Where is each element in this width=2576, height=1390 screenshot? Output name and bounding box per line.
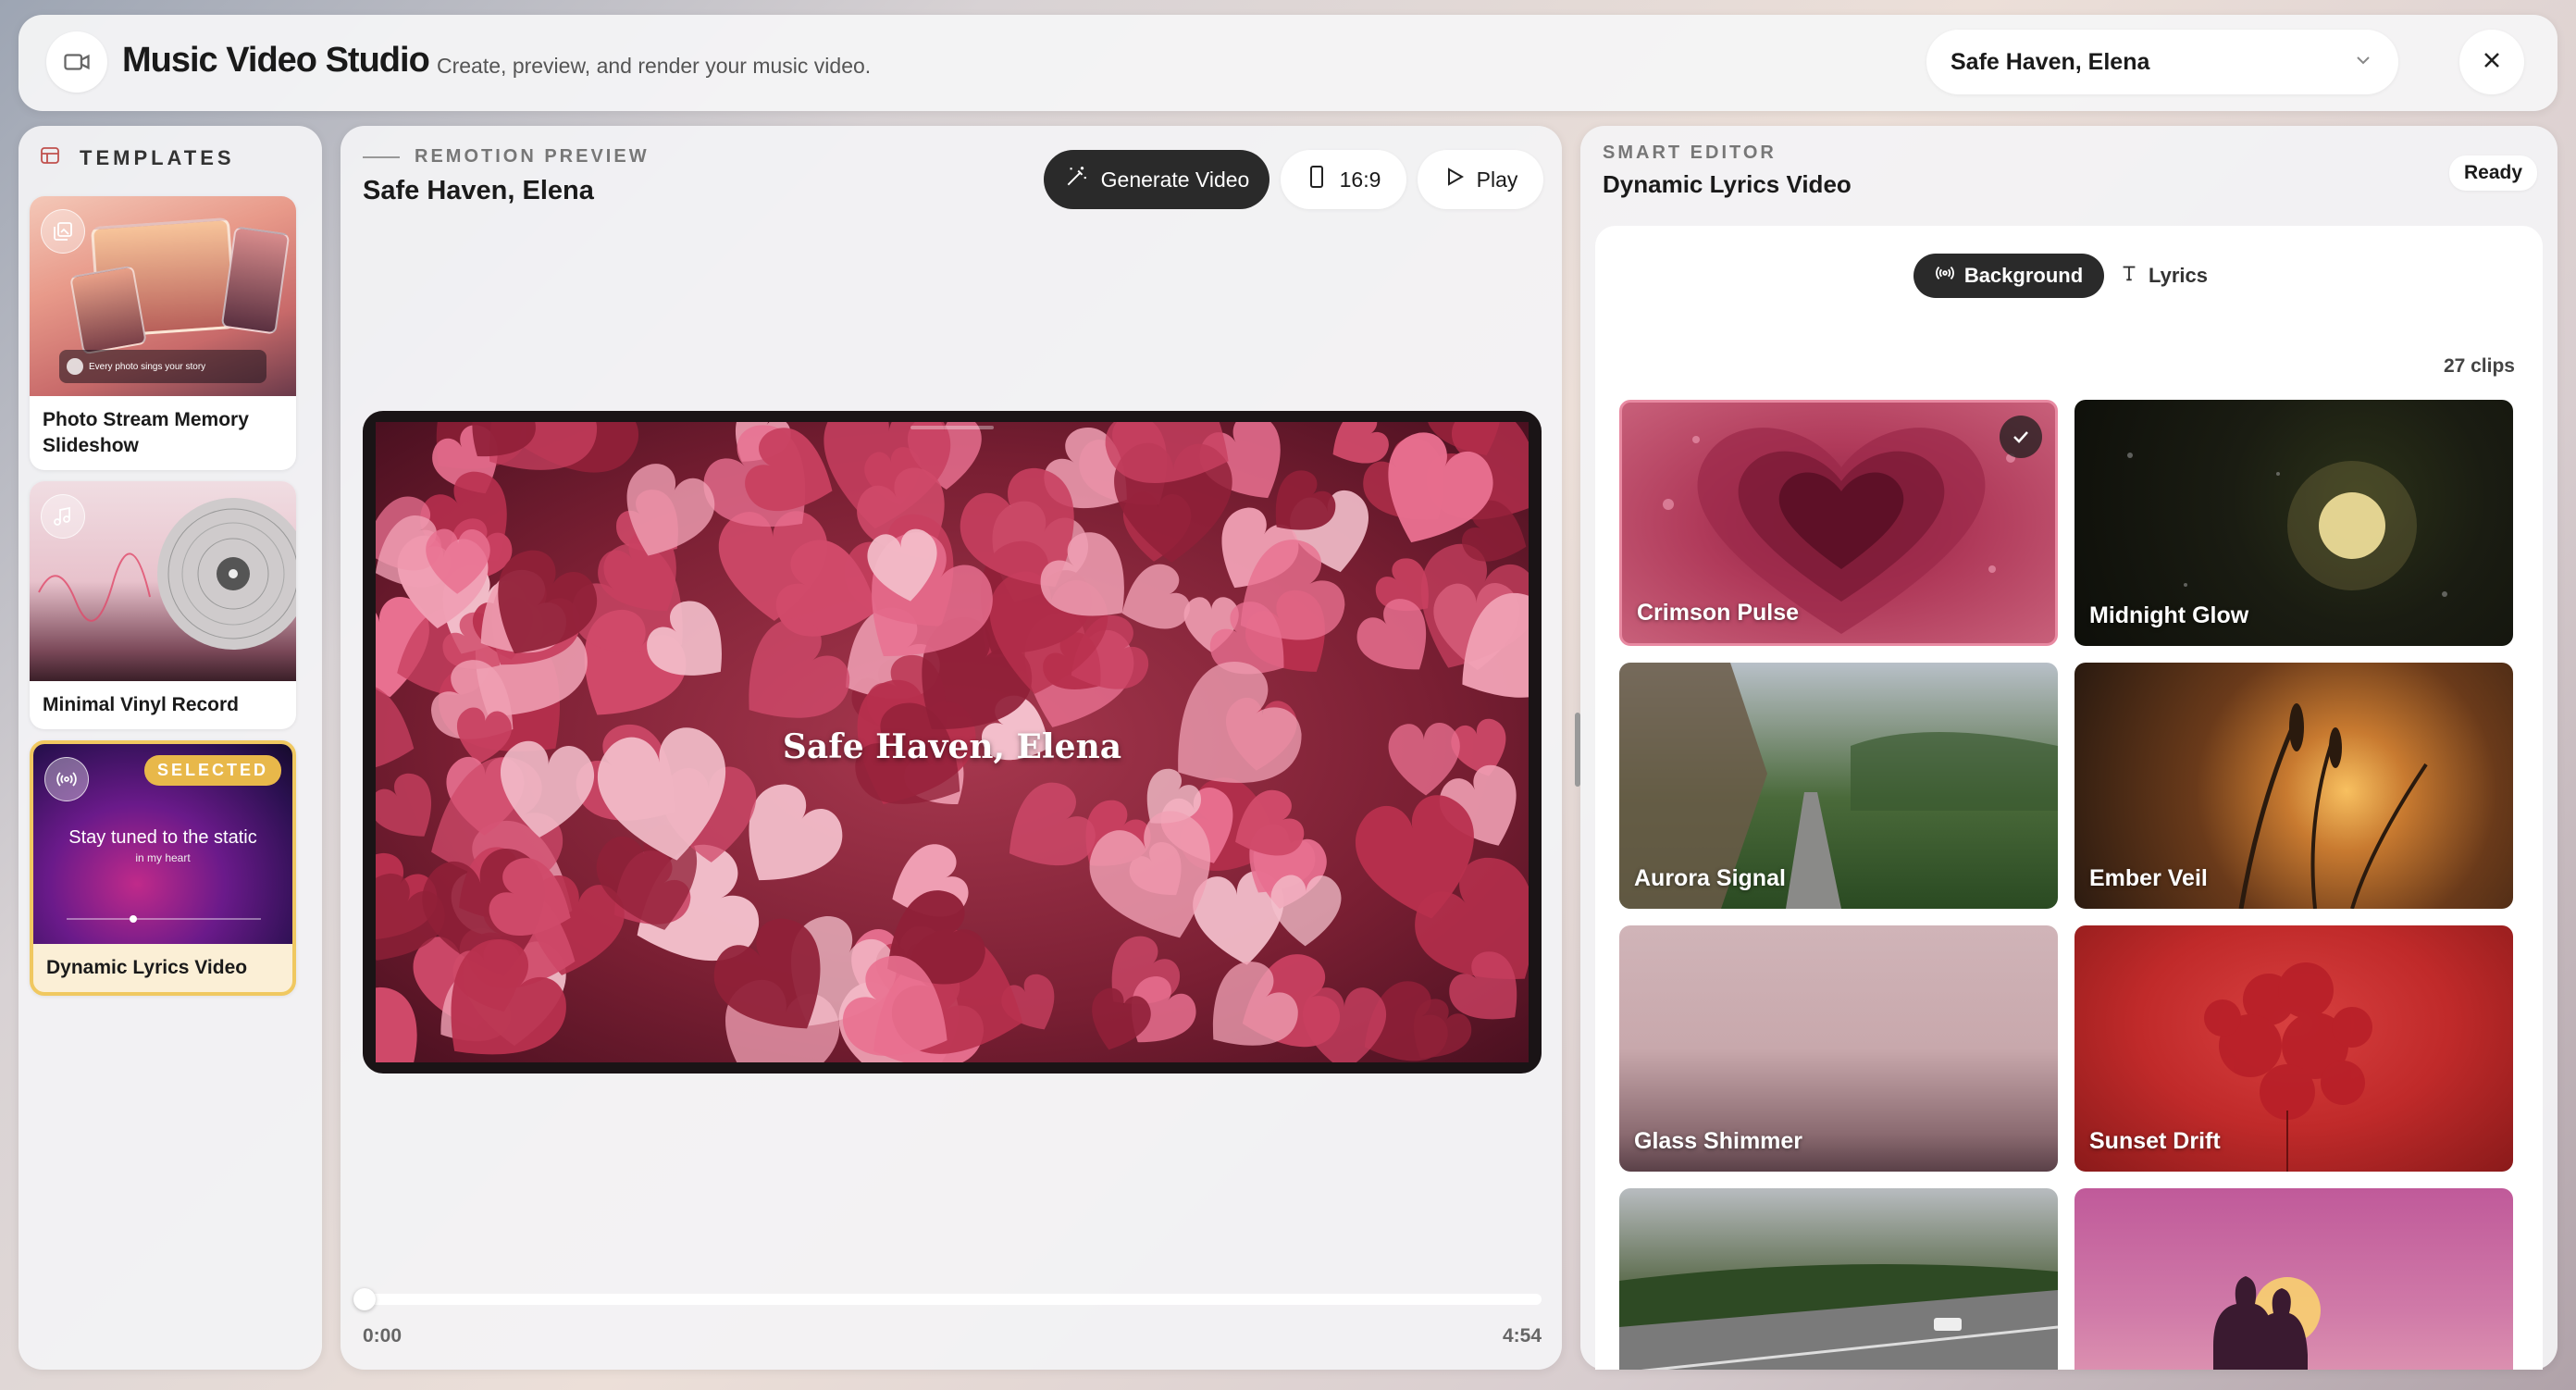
close-icon xyxy=(2479,47,2505,78)
generate-video-button[interactable]: Generate Video xyxy=(1044,150,1269,209)
clip-label: Crimson Pulse xyxy=(1637,600,1800,626)
template-card-vinyl[interactable]: Minimal Vinyl Record xyxy=(30,481,296,729)
play-icon xyxy=(1443,166,1466,193)
clip-card-midnight-glow[interactable]: Midnight Glow xyxy=(2074,400,2513,646)
clips-count: 27 clips xyxy=(2443,355,2515,377)
templates-icon xyxy=(39,144,61,171)
play-button[interactable]: Play xyxy=(1418,150,1543,209)
template-thumbnail: Every photo sings your story xyxy=(30,196,296,396)
preview-panel: REMOTION PREVIEW Safe Haven, Elena Gener… xyxy=(341,126,1562,1370)
tab-lyrics-label: Lyrics xyxy=(2149,264,2209,287)
clip-card-highway[interactable] xyxy=(1619,1188,2058,1370)
clip-label: Glass Shimmer xyxy=(1634,1128,1803,1154)
broadcast-icon xyxy=(1935,263,1955,289)
video-player[interactable]: Safe Haven, Elena xyxy=(363,411,1542,1074)
selected-badge: SELECTED xyxy=(143,755,281,786)
scrubber-handle[interactable] xyxy=(353,1288,376,1310)
preview-eyebrow: REMOTION PREVIEW xyxy=(363,146,650,168)
panel-resize-handle[interactable] xyxy=(1575,713,1580,787)
thumb-lyrics-line2: in my heart xyxy=(135,851,191,864)
clip-card-aurora-signal[interactable]: Aurora Signal xyxy=(1619,663,2058,909)
play-label: Play xyxy=(1476,167,1518,192)
clip-card-glass-shimmer[interactable]: Glass Shimmer xyxy=(1619,925,2058,1172)
tab-background[interactable]: Background xyxy=(1913,254,2104,298)
clip-label: Midnight Glow xyxy=(2089,602,2249,628)
video-canvas: Safe Haven, Elena xyxy=(376,422,1529,1062)
thumb-caption: Every photo sings your story xyxy=(89,361,206,372)
check-icon xyxy=(2000,416,2042,458)
music-note-icon xyxy=(41,494,85,539)
template-title: Minimal Vinyl Record xyxy=(43,694,239,715)
template-thumbnail xyxy=(30,481,296,681)
template-card-dynamic-lyrics[interactable]: Stay tuned to the static in my heart SEL… xyxy=(30,740,296,996)
tab-lyrics[interactable]: Lyrics xyxy=(2119,254,2208,298)
app-title: Music Video Studio xyxy=(122,41,430,80)
template-thumbnail: Stay tuned to the static in my heart SEL… xyxy=(33,744,292,944)
chevron-down-icon xyxy=(2352,49,2374,76)
clip-card-silhouette[interactable] xyxy=(2074,1188,2513,1370)
editor-content: Background Lyrics 27 clips Crimson Pulse xyxy=(1595,226,2543,1370)
editor-title: Dynamic Lyrics Video xyxy=(1603,170,1852,198)
templates-panel: TEMPLATES Every photo sings your story P… xyxy=(19,126,322,1370)
template-card-photo-stream[interactable]: Every photo sings your story Photo Strea… xyxy=(30,196,296,470)
tab-background-label: Background xyxy=(1963,264,2084,287)
time-current: 0:00 xyxy=(363,1325,402,1347)
clip-card-crimson-pulse[interactable]: Crimson Pulse xyxy=(1619,400,2058,646)
gallery-icon xyxy=(41,209,85,254)
status-badge: Ready xyxy=(2448,155,2537,191)
song-select-value: Safe Haven, Elena xyxy=(1951,48,2150,75)
magic-wand-icon xyxy=(1064,165,1088,194)
clip-label: Sunset Drift xyxy=(2089,1128,2221,1154)
template-title: Photo Stream Memory Slideshow xyxy=(43,409,249,456)
thumb-lyrics-line1: Stay tuned to the static xyxy=(68,827,257,848)
preview-title: Safe Haven, Elena xyxy=(363,176,594,205)
text-icon xyxy=(2119,263,2139,289)
clip-card-ember-veil[interactable]: Ember Veil xyxy=(2074,663,2513,909)
song-select[interactable]: Safe Haven, Elena xyxy=(1926,30,2398,94)
phone-icon xyxy=(1307,165,1327,194)
close-button[interactable] xyxy=(2459,30,2524,94)
smart-editor-panel: SMART EDITOR Dynamic Lyrics Video Ready … xyxy=(1580,126,2557,1370)
time-total: 4:54 xyxy=(1502,1325,1542,1347)
app-subtitle: Create, preview, and render your music v… xyxy=(437,54,872,78)
clip-label: Aurora Signal xyxy=(1634,865,1786,891)
aspect-ratio-label: 16:9 xyxy=(1339,167,1381,192)
app-header: Music Video Studio Create, preview, and … xyxy=(19,15,2557,111)
aspect-ratio-button[interactable]: 16:9 xyxy=(1281,150,1406,209)
video-camera-icon xyxy=(46,31,107,93)
video-title-overlay: Safe Haven, Elena xyxy=(782,727,1122,766)
timeline-scrubber[interactable] xyxy=(363,1294,1542,1305)
preview-eyebrow-label: REMOTION PREVIEW xyxy=(415,146,650,167)
editor-eyebrow: SMART EDITOR xyxy=(1603,143,1777,163)
clip-label: Ember Veil xyxy=(2089,865,2208,891)
clip-card-sunset-drift[interactable]: Sunset Drift xyxy=(2074,925,2513,1172)
broadcast-icon xyxy=(44,757,89,801)
templates-heading-label: TEMPLATES xyxy=(80,145,235,169)
generate-video-label: Generate Video xyxy=(1100,167,1250,192)
template-title: Dynamic Lyrics Video xyxy=(46,957,248,978)
templates-heading: TEMPLATES xyxy=(39,144,235,171)
